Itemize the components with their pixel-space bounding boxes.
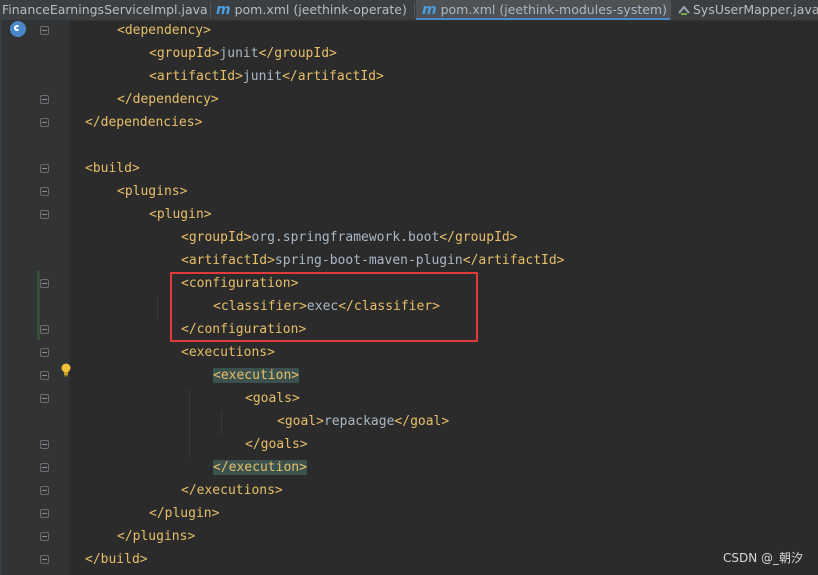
tab-finance-earnings-service-impl[interactable]: FinanceEarningsServiceImpl.java×	[0, 0, 210, 20]
code-line[interactable]: </dependencies>	[85, 111, 202, 134]
tab-pom-jeethink-modules-system[interactable]: mpom.xml (jeethink-modules-system)×	[416, 0, 670, 20]
code-line[interactable]: </build>	[85, 548, 148, 571]
code-line[interactable]: <groupId>junit</groupId>	[149, 42, 337, 65]
fold-marker[interactable]	[40, 486, 49, 495]
tab-sys-user-mapper[interactable]: SysUserMapper.java	[676, 0, 818, 20]
indent-guide	[157, 297, 158, 320]
maven-icon: m	[422, 2, 437, 18]
indent-guide	[189, 389, 190, 458]
code-line[interactable]: <goal>repackage</goal>	[277, 410, 449, 433]
gutter-edge	[0, 21, 2, 575]
xml-tag: </dependency>	[117, 92, 219, 107]
watermark: CSDN @_朝汐	[722, 551, 803, 565]
tab-pom-jeethink-operate[interactable]: mpom.xml (jeethink-operate)×	[212, 0, 414, 20]
xml-tag: </groupId>	[258, 46, 337, 61]
tab-divider	[670, 2, 671, 18]
code-line[interactable]: </plugin>	[149, 502, 219, 525]
xml-tag: </dependencies>	[85, 115, 203, 130]
xml-text: repackage	[323, 414, 395, 429]
mapper-icon	[678, 5, 690, 15]
code-line[interactable]: <plugin>	[149, 203, 212, 226]
xml-tag: </plugin>	[149, 506, 220, 521]
code-line[interactable]: </executions>	[181, 479, 283, 502]
tab-label: pom.xml (jeethink-operate)	[234, 2, 407, 17]
tab-label: pom.xml (jeethink-modules-system)	[440, 2, 667, 17]
xml-tag: <plugin>	[149, 207, 212, 222]
fold-marker[interactable]	[40, 118, 49, 127]
xml-tag: </goals>	[245, 437, 308, 452]
code-line[interactable]: <artifactId>spring-boot-maven-plugin</ar…	[181, 249, 565, 272]
xml-tag: <plugins>	[117, 184, 188, 199]
xml-tag: <execution>	[213, 368, 300, 383]
fold-marker[interactable]	[40, 26, 49, 35]
xml-tag: <goal>	[277, 414, 324, 429]
xml-tag: </plugins>	[117, 529, 196, 544]
code-line[interactable]: <execution>	[213, 364, 300, 387]
indent-guide	[221, 412, 222, 435]
code-line[interactable]: </goals>	[245, 433, 308, 456]
editor-gutter	[0, 21, 70, 575]
tab-label: SysUserMapper.java	[693, 2, 818, 17]
code-line[interactable]: <groupId>org.springframework.boot</group…	[181, 226, 518, 249]
fold-marker[interactable]	[40, 555, 49, 564]
xml-text: junit	[219, 46, 259, 61]
xml-tag: <groupId>	[149, 46, 220, 61]
fold-marker[interactable]	[40, 348, 49, 357]
fold-marker[interactable]	[40, 95, 49, 104]
xml-tag: <groupId>	[181, 230, 252, 245]
xml-text: spring-boot-maven-plugin	[274, 253, 463, 268]
fold-marker[interactable]	[40, 279, 49, 288]
code-line[interactable]: <dependency>	[117, 19, 211, 42]
xml-tag: </groupId>	[439, 230, 518, 245]
xml-tag: <artifactId>	[181, 253, 275, 268]
fold-marker[interactable]	[40, 210, 49, 219]
tab-divider	[414, 2, 415, 18]
tab-divider	[210, 2, 211, 18]
xml-tag: </build>	[85, 552, 148, 567]
xml-tag: <goals>	[245, 391, 300, 406]
xml-tag: </goal>	[394, 414, 450, 429]
editor-tab-bar: FinanceEarningsServiceImpl.java× mpom.xm…	[0, 0, 818, 21]
fold-marker[interactable]	[40, 164, 49, 173]
fold-marker[interactable]	[40, 532, 49, 541]
run-maven-icon[interactable]	[10, 21, 26, 37]
xml-tag: </artifactId>	[282, 69, 384, 84]
code-line[interactable]: </plugins>	[117, 525, 195, 548]
maven-icon: m	[216, 2, 231, 18]
annotation-highlight-box	[170, 272, 478, 342]
code-line[interactable]: <plugins>	[117, 180, 187, 203]
fold-marker[interactable]	[40, 509, 49, 518]
xml-tag: </execution>	[213, 460, 307, 475]
code-line[interactable]: <build>	[85, 157, 140, 180]
tab-label: FinanceEarningsServiceImpl.java	[2, 2, 208, 17]
xml-tag: <dependency>	[117, 23, 211, 38]
code-line[interactable]: <artifactId>junit</artifactId>	[149, 65, 384, 88]
fold-marker[interactable]	[40, 325, 49, 334]
fold-marker[interactable]	[40, 394, 49, 403]
xml-text: junit	[242, 69, 283, 84]
code-line[interactable]: </dependency>	[117, 88, 219, 111]
xml-tag: <artifactId>	[149, 69, 243, 84]
fold-marker[interactable]	[40, 187, 49, 196]
code-line[interactable]: </execution>	[213, 456, 307, 479]
xml-tag: </executions>	[181, 483, 283, 498]
xml-text: org.springframework.boot	[251, 230, 440, 245]
xml-tag: </artifactId>	[462, 253, 565, 268]
fold-marker[interactable]	[40, 440, 49, 449]
code-line[interactable]: <executions>	[181, 341, 275, 364]
fold-marker[interactable]	[40, 463, 49, 472]
xml-tag: <build>	[85, 161, 140, 176]
code-line[interactable]: <goals>	[245, 387, 300, 410]
fold-marker[interactable]	[40, 371, 49, 380]
xml-tag: <executions>	[181, 345, 275, 360]
